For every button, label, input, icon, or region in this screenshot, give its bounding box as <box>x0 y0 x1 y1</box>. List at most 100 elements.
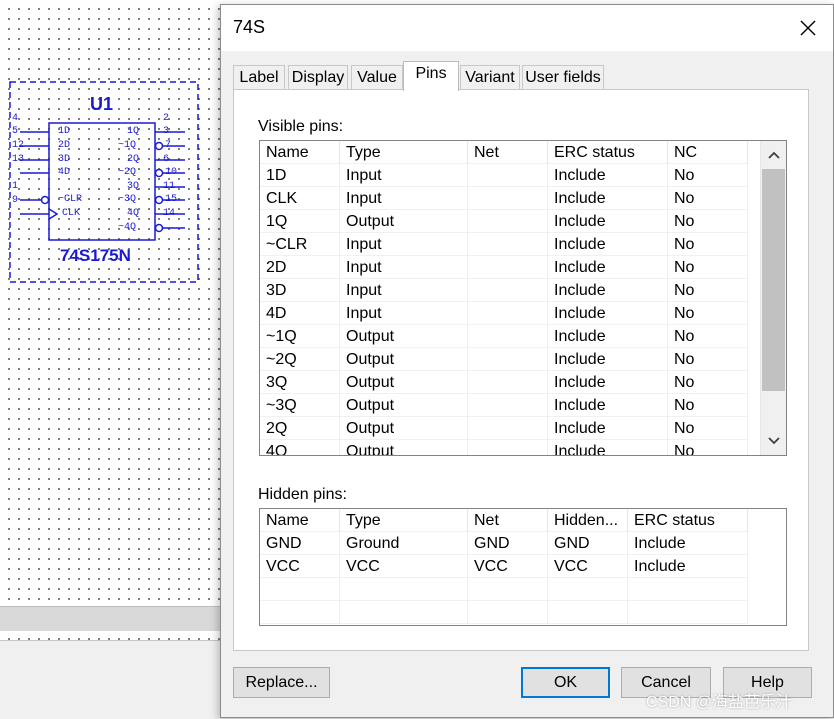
table-row[interactable]: ~2Q Output Include No <box>260 348 748 371</box>
scroll-up-button[interactable] <box>761 143 786 167</box>
hidden-pins-table[interactable]: Name Type Net Hidden... ERC status GND Ground G… <box>259 508 787 626</box>
column-header[interactable]: ERC status <box>628 509 748 532</box>
chevron-down-icon <box>767 437 780 445</box>
table-cell: Input <box>340 187 468 210</box>
ok-button[interactable]: OK <box>521 667 610 698</box>
pin-name: 3D <box>58 154 71 165</box>
pin-name: 3Q <box>127 181 140 192</box>
pin-name: 1Q <box>127 126 140 137</box>
table-row[interactable]: 2D Input Include No <box>260 256 748 279</box>
replace-button[interactable]: Replace... <box>233 667 330 698</box>
pin-number: 5 <box>12 126 19 137</box>
table-cell: CLK <box>260 187 340 210</box>
table-cell: 3Q <box>260 371 340 394</box>
column-header[interactable]: Type <box>340 509 468 532</box>
table-cell: Output <box>340 210 468 233</box>
pin-name: 2D <box>58 140 71 151</box>
column-header[interactable]: Net <box>468 509 548 532</box>
table-cell: Include <box>548 394 668 417</box>
table-cell: GND <box>548 532 628 555</box>
table-row[interactable]: ~1Q Output Include No <box>260 325 748 348</box>
pin-number: 9 <box>12 195 19 206</box>
table-row[interactable]: VCC VCC VCC VCC Include <box>260 555 748 578</box>
table-cell: Input <box>340 233 468 256</box>
table-row[interactable]: 4D Input Include No <box>260 302 748 325</box>
pin-name: CLK <box>62 208 81 219</box>
schematic-canvas[interactable]: U1 74S175N 4 5 12 13 1 9 1D 2D 3D 4D ~CL… <box>0 0 220 600</box>
table-cell: No <box>668 279 748 302</box>
table-cell: Include <box>628 532 748 555</box>
tab-user-fields[interactable]: User fields <box>522 65 604 89</box>
table-cell: Include <box>548 440 668 455</box>
table-cell: Output <box>340 371 468 394</box>
pin-name: 1D <box>58 126 71 137</box>
tab-display[interactable]: Display <box>288 65 348 89</box>
table-row[interactable]: CLK Input Include No <box>260 187 748 210</box>
table-cell <box>628 601 748 624</box>
tab-variant[interactable]: Variant <box>460 65 520 89</box>
component-value: 74S175N <box>60 246 131 265</box>
visible-pins-label: Visible pins: <box>258 118 344 135</box>
tab-pins[interactable]: Pins <box>403 61 459 91</box>
pin-number: 13 <box>12 154 25 165</box>
table-cell: No <box>668 233 748 256</box>
table-row[interactable]: 2Q Output Include No <box>260 417 748 440</box>
table-cell: Input <box>340 256 468 279</box>
table-row[interactable]: 1D Input Include No <box>260 164 748 187</box>
table-cell: No <box>668 256 748 279</box>
table-cell: No <box>668 210 748 233</box>
column-header[interactable]: Type <box>340 141 468 164</box>
table-cell: Include <box>548 279 668 302</box>
component-refdes: U1 <box>90 94 114 114</box>
table-row[interactable]: GND Ground GND GND Include <box>260 532 748 555</box>
watermark: CSDN @海盐芭乐汁 <box>646 694 793 711</box>
column-header[interactable]: NC <box>668 141 748 164</box>
table-row[interactable]: ~CLR Input Include No <box>260 233 748 256</box>
table-cell: No <box>668 417 748 440</box>
table-cell: Ground <box>340 532 468 555</box>
table-cell: 2Q <box>260 417 340 440</box>
visible-pins-header-row: Name Type Net ERC status NC <box>260 141 748 164</box>
table-cell: ~1Q <box>260 325 340 348</box>
visible-pins-table[interactable]: Name Type Net ERC status NC 1D Input Include No C… <box>259 140 787 456</box>
chevron-up-icon <box>767 151 780 159</box>
table-row[interactable]: 1Q Output Include No <box>260 210 748 233</box>
table-row[interactable]: ~3Q Output Include No <box>260 394 748 417</box>
column-header[interactable]: ERC status <box>548 141 668 164</box>
column-header[interactable]: Name <box>260 509 340 532</box>
scroll-thumb[interactable] <box>762 169 785 391</box>
table-cell: Include <box>548 164 668 187</box>
tab-label[interactable]: Label <box>233 65 285 89</box>
table-cell: ~2Q <box>260 348 340 371</box>
table-cell <box>468 256 548 279</box>
pin-number: 11 <box>163 181 176 192</box>
close-button[interactable] <box>793 13 823 43</box>
table-row[interactable]: 3Q Output Include No <box>260 371 748 394</box>
table-cell: No <box>668 394 748 417</box>
table-row[interactable]: 4Q Output Include No <box>260 440 748 455</box>
visible-pins-scrollbar[interactable] <box>760 141 786 455</box>
table-cell <box>468 210 548 233</box>
column-header[interactable]: Hidden... <box>548 509 628 532</box>
table-row[interactable]: 3D Input Include No <box>260 279 748 302</box>
table-cell <box>468 394 548 417</box>
close-icon <box>800 20 816 36</box>
pin-number: 4 <box>12 113 19 124</box>
table-cell: Output <box>340 348 468 371</box>
pin-number: 15 <box>165 194 178 205</box>
tab-value[interactable]: Value <box>351 65 403 89</box>
table-cell <box>468 325 548 348</box>
dialog-title: 74S <box>233 17 266 37</box>
dialog-title-bar[interactable]: 74S <box>221 5 833 51</box>
pin-name: ~1Q <box>118 140 137 151</box>
column-header[interactable]: Name <box>260 141 340 164</box>
table-cell <box>468 371 548 394</box>
table-cell <box>468 302 548 325</box>
pin-name: 2Q <box>127 154 140 165</box>
table-cell: Include <box>548 348 668 371</box>
column-header[interactable]: Net <box>468 141 548 164</box>
table-cell: No <box>668 325 748 348</box>
pin-name: 4Q <box>127 208 140 219</box>
pin-number: 7 <box>165 140 172 151</box>
scroll-down-button[interactable] <box>761 429 786 453</box>
